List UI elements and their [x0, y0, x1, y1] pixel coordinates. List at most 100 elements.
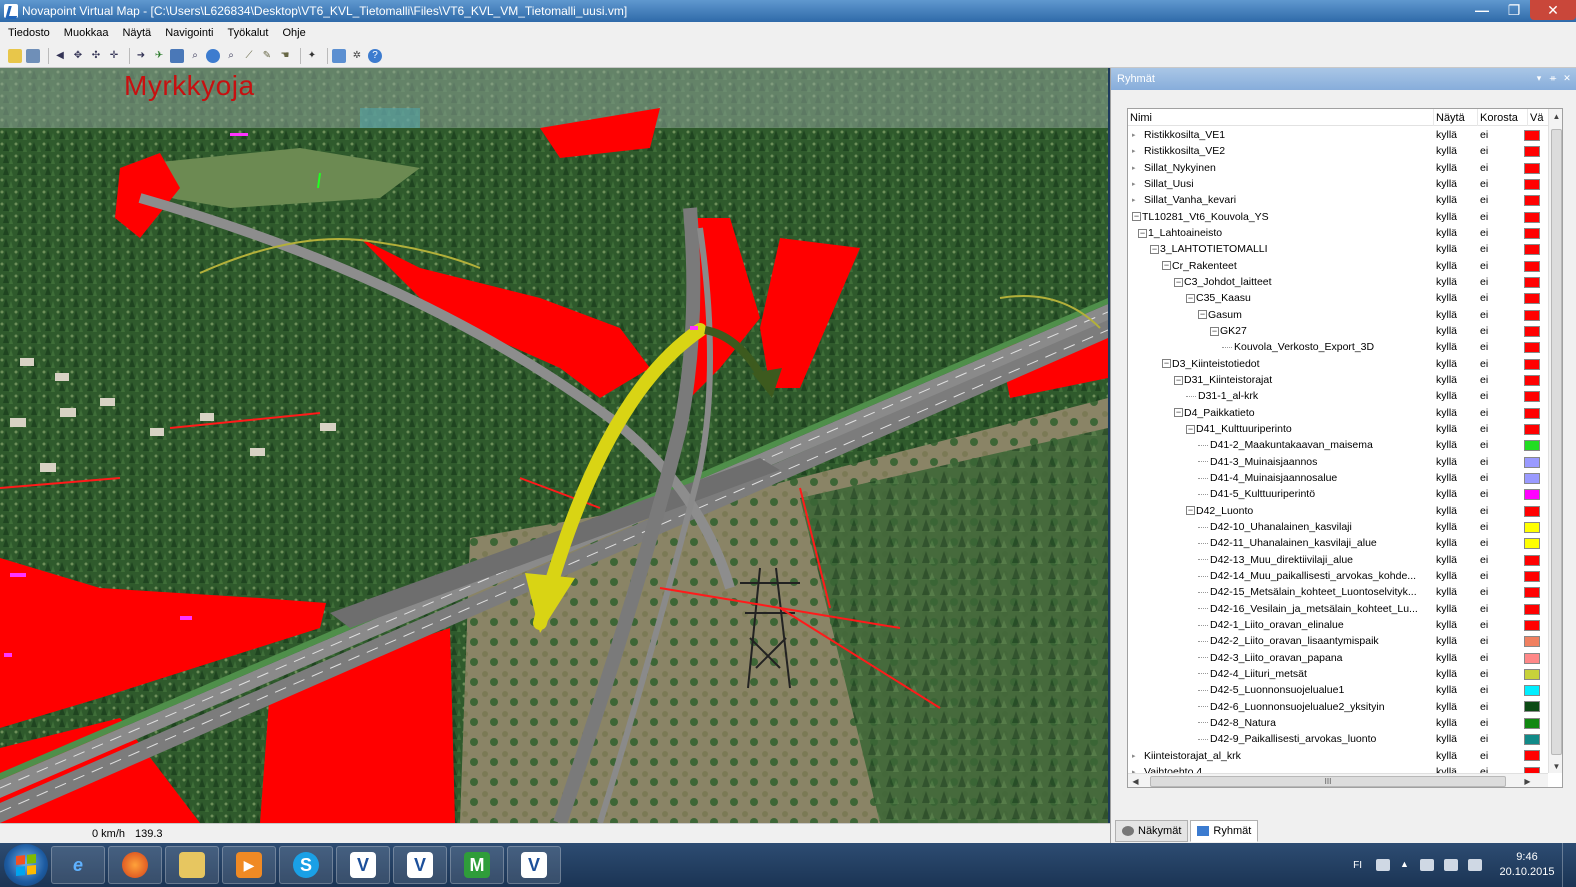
tree-row-color-swatch[interactable] — [1524, 358, 1540, 370]
collapse-icon[interactable]: − — [1162, 261, 1171, 271]
tree-row-emphasize[interactable]: ei — [1480, 194, 1488, 206]
rotate-icon[interactable]: ✥ — [71, 49, 85, 63]
scroll-left-icon[interactable]: ◀ — [1128, 774, 1143, 787]
tree-row[interactable]: ▸ Ristikkosilta_VE1 kyllä ei — [1128, 127, 1548, 143]
column-color[interactable]: Vä — [1528, 109, 1548, 126]
tree-row[interactable]: − D4_Paikkatieto kyllä ei — [1128, 405, 1548, 421]
tree-row-color-swatch[interactable] — [1524, 423, 1540, 435]
tree-row-color-swatch[interactable] — [1524, 260, 1540, 272]
dropdown-icon[interactable]: ▾ — [1533, 72, 1545, 84]
tree-row-show[interactable]: kyllä — [1436, 341, 1457, 353]
tree-row-color-swatch[interactable] — [1524, 211, 1540, 223]
tree-row[interactable]: D42-5_Luonnonsuojelualue1 kyllä ei — [1128, 682, 1548, 698]
tree-row[interactable]: Kouvola_Verkosto_Export_3D kyllä ei — [1128, 339, 1548, 355]
tree-row-show[interactable]: kyllä — [1436, 733, 1457, 745]
tree-row-emphasize[interactable]: ei — [1480, 472, 1488, 484]
tree-row-show[interactable]: kyllä — [1436, 374, 1457, 386]
tree-row-color-swatch[interactable] — [1524, 293, 1540, 305]
collapse-icon[interactable]: − — [1186, 293, 1195, 303]
collapse-icon[interactable]: − — [1198, 310, 1207, 320]
tree-row-show[interactable]: kyllä — [1436, 537, 1457, 549]
tree-row-show[interactable]: kyllä — [1436, 439, 1457, 451]
tree-row-color-swatch[interactable] — [1524, 489, 1540, 501]
vertical-scrollbar[interactable]: ▲ ▼ — [1548, 109, 1562, 773]
tree-row-emphasize[interactable]: ei — [1480, 129, 1488, 141]
tree-row-show[interactable]: kyllä — [1436, 309, 1457, 321]
tree-row-show[interactable]: kyllä — [1436, 668, 1457, 680]
tree-row-show[interactable]: kyllä — [1436, 554, 1457, 566]
tab-ryhmat[interactable]: Ryhmät — [1190, 820, 1259, 842]
tree-row-emphasize[interactable]: ei — [1480, 162, 1488, 174]
keyboard-icon[interactable] — [1376, 859, 1390, 871]
tree-row[interactable]: − D41_Kulttuuriperinto kyllä ei — [1128, 421, 1548, 437]
tool-icon[interactable]: ✎ — [260, 49, 274, 63]
tree-row-emphasize[interactable]: ei — [1480, 423, 1488, 435]
tree-row-color-swatch[interactable] — [1524, 505, 1540, 517]
tree-row-emphasize[interactable]: ei — [1480, 260, 1488, 272]
tree-row-show[interactable]: kyllä — [1436, 570, 1457, 582]
settings-icon[interactable]: ✲ — [350, 49, 364, 63]
tree-row-color-swatch[interactable] — [1524, 309, 1540, 321]
tree-row[interactable]: D42-14_Muu_paikallisesti_arvokas_kohde..… — [1128, 568, 1548, 584]
network-icon[interactable] — [1444, 859, 1458, 871]
tree-row-emphasize[interactable]: ei — [1480, 325, 1488, 337]
tree-row-color-swatch[interactable] — [1524, 652, 1540, 664]
tree-row-color-swatch[interactable] — [1524, 374, 1540, 386]
tree-row-show[interactable]: kyllä — [1436, 619, 1457, 631]
taskbar-media[interactable]: ▶ — [222, 846, 276, 884]
open-folder-icon[interactable] — [8, 48, 22, 63]
tree-row-show[interactable]: kyllä — [1436, 162, 1457, 174]
expand-arrow-icon[interactable]: ▸ — [1132, 196, 1140, 204]
volume-icon[interactable] — [1468, 859, 1482, 871]
tree-row-show[interactable]: kyllä — [1436, 390, 1457, 402]
tree-row-color-swatch[interactable] — [1524, 750, 1540, 762]
tree-row[interactable]: − D42_Luonto kyllä ei — [1128, 503, 1548, 519]
tree-row[interactable]: D42-8_Natura kyllä ei — [1128, 715, 1548, 731]
tree-row-emphasize[interactable]: ei — [1480, 586, 1488, 598]
collapse-icon[interactable]: − — [1186, 424, 1195, 434]
pin-icon[interactable]: ᚑ — [1547, 72, 1559, 84]
scroll-right-icon[interactable]: ▶ — [1520, 774, 1535, 787]
tree-row-color-swatch[interactable] — [1524, 734, 1540, 746]
tree-row-color-swatch[interactable] — [1524, 440, 1540, 452]
tree-row-show[interactable]: kyllä — [1436, 521, 1457, 533]
tree-row-emphasize[interactable]: ei — [1480, 537, 1488, 549]
tree-row-emphasize[interactable]: ei — [1480, 684, 1488, 696]
tree-row[interactable]: D42-1_Liito_oravan_elinalue kyllä ei — [1128, 617, 1548, 633]
3d-scene[interactable] — [0, 68, 1108, 823]
collapse-icon[interactable]: − — [1174, 408, 1183, 418]
tree-row-show[interactable]: kyllä — [1436, 211, 1457, 223]
taskbar-novapoint-2[interactable]: V — [393, 846, 447, 884]
tree-row-emphasize[interactable]: ei — [1480, 456, 1488, 468]
tree-row-emphasize[interactable]: ei — [1480, 145, 1488, 157]
tree-row-color-swatch[interactable] — [1524, 521, 1540, 533]
tree-row-emphasize[interactable]: ei — [1480, 276, 1488, 288]
tree-row[interactable]: D42-4_Liituri_metsät kyllä ei — [1128, 666, 1548, 682]
panel-close-icon[interactable]: ✕ — [1561, 72, 1573, 84]
tree-row[interactable]: D42-2_Liito_oravan_lisaantymispaik kyllä e… — [1128, 633, 1548, 649]
tree-row-show[interactable]: kyllä — [1436, 652, 1457, 664]
tree-row-emphasize[interactable]: ei — [1480, 521, 1488, 533]
tree-row[interactable]: D42-13_Muu_direktiivilaji_alue kyllä ei — [1128, 552, 1548, 568]
scroll-down-icon[interactable]: ▼ — [1549, 759, 1562, 773]
tree-row-color-swatch[interactable] — [1524, 162, 1540, 174]
tree-row-color-swatch[interactable] — [1524, 146, 1540, 158]
tree-row-show[interactable]: kyllä — [1436, 260, 1457, 272]
taskbar-explorer[interactable] — [165, 846, 219, 884]
tree-row[interactable]: − Gasum kyllä ei — [1128, 307, 1548, 323]
tree-row-emphasize[interactable]: ei — [1480, 635, 1488, 647]
screen-icon[interactable] — [332, 48, 346, 63]
tree-row[interactable]: ▸ Sillat_Vanha_kevari kyllä ei — [1128, 192, 1548, 208]
menu-ohje[interactable]: Ohje — [282, 27, 305, 39]
tree-row-color-swatch[interactable] — [1524, 717, 1540, 729]
tree-row-color-swatch[interactable] — [1524, 342, 1540, 354]
tree-row-show[interactable]: kyllä — [1436, 243, 1457, 255]
taskbar-novapoint-3[interactable]: V — [507, 846, 561, 884]
tree-row[interactable]: − Cr_Rakenteet kyllä ei — [1128, 258, 1548, 274]
tree-row-emphasize[interactable]: ei — [1480, 407, 1488, 419]
marker-icon[interactable]: ✦ — [305, 49, 319, 63]
tree-row-emphasize[interactable]: ei — [1480, 292, 1488, 304]
expand-arrow-icon[interactable]: ▸ — [1132, 131, 1140, 139]
menu-muokkaa[interactable]: Muokkaa — [64, 27, 109, 39]
tree-row[interactable]: D41-2_Maakuntakaavan_maisema kyllä ei — [1128, 437, 1548, 453]
